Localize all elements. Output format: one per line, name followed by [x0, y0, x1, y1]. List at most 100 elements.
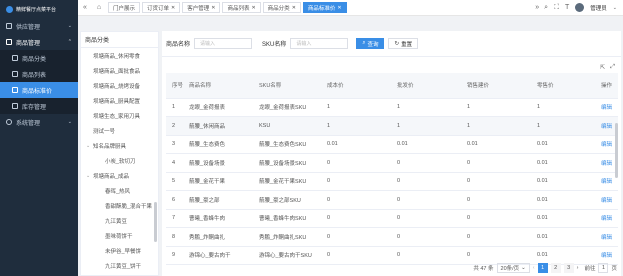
page-2[interactable]: 2 [550, 263, 561, 273]
tab-goods-list[interactable]: 商品列表 ✕ [222, 2, 261, 13]
fullscreen-icon[interactable]: ⛶ [554, 4, 559, 12]
category-item-label: 坝塘商品_休闲零食 [93, 53, 141, 60]
page-size-value: 20条/页 [500, 266, 520, 272]
column-header: 成本价 [321, 73, 391, 99]
table-cell-retail: 0.01 [531, 246, 595, 265]
reset-button[interactable]: ↻ 重置 [388, 38, 419, 49]
chevron-down-icon[interactable]: ⌄ [86, 173, 90, 179]
category-item[interactable]: 香甜酥脆_混合干果 [81, 198, 158, 213]
sidebar-item-inventory[interactable]: 库存管理 [0, 98, 78, 114]
tab-label: 订货订单 [147, 5, 170, 12]
edit-button[interactable]: 编辑 [601, 235, 612, 241]
sku-name-input[interactable]: 请输入 [290, 38, 349, 49]
page-3[interactable]: 3 [563, 263, 574, 273]
category-item-label: 九江黄豆_饼干 [105, 263, 142, 270]
category-item[interactable]: 坝塘商品_休闲零食 [81, 48, 158, 63]
category-item[interactable]: 坝塘商品_烧烤设备 [81, 78, 158, 93]
table-row[interactable]: 6 箭腰_豪之部 箭腰_豪之部SKU 0 0 0 0.01 编辑 [166, 190, 618, 210]
scroll-right-icon[interactable]: » [530, 0, 544, 16]
category-item[interactable]: 坝塘商品_面批食品 [81, 63, 158, 78]
close-icon[interactable]: ✕ [251, 5, 255, 11]
sidebar-item-standard-price[interactable]: 商品标准价 [0, 82, 78, 98]
category-item[interactable]: 九江黄豆_饼干 [81, 258, 158, 273]
home-icon[interactable]: ⌂ [92, 0, 106, 16]
close-icon[interactable]: ✕ [171, 5, 175, 11]
prev-page-icon[interactable]: ‹ [533, 265, 535, 271]
table-row[interactable]: 9 游锦心_要古肉干 游锦心_要古肉干SKU 0 0 0 0.01 编辑 [166, 246, 618, 265]
category-item[interactable]: 九江黄豆 [81, 213, 158, 228]
fullscreen-icon[interactable]: ⤢ [610, 64, 615, 71]
pagination: 共 47 条 20条/页 ⌄ ‹ 1 2 3 › 前往 1 页 [473, 263, 617, 273]
table-row[interactable]: 4 箭腰_设备场景 箭腰_设备场景SKU 0 0 0 0.01 编辑 [166, 153, 618, 173]
table-cell-suggest: 0.01 [461, 135, 531, 154]
close-icon[interactable]: ✕ [292, 5, 296, 11]
edit-button[interactable]: 编辑 [601, 105, 612, 111]
table-row[interactable]: 8 秀鹏_炸酮曲扎 秀鹏_炸酮曲扎SKU 0 0 0 0.01 编辑 [166, 227, 618, 247]
scrollbar[interactable] [615, 123, 618, 178]
category-item[interactable]: 春晖_热风 [81, 183, 158, 198]
collapse-left-icon[interactable]: « [78, 0, 92, 16]
table-row[interactable]: 3 箭腰_生态费色 箭腰_生态费色SKU 0.01 0.01 0.01 0.01 编辑 [166, 135, 618, 154]
category-item[interactable]: 坝塘商品_厨具配置 [81, 93, 158, 108]
tab-portal[interactable]: 门户展示 [108, 2, 141, 13]
tab-label: 商品标准价 [307, 5, 336, 12]
avatar[interactable] [575, 3, 585, 12]
table-cell-retail: 0.01 [531, 209, 595, 228]
tab-customers[interactable]: 客户管理 ✕ [182, 2, 221, 13]
table-cell-wholesale: 0 [391, 227, 461, 247]
category-item[interactable]: 小炭_软切刀 [81, 153, 158, 168]
goto-page-input[interactable]: 1 [598, 263, 609, 273]
sidebar-item-category[interactable]: 商品分类 [0, 50, 78, 66]
font-size-icon[interactable]: T [565, 4, 569, 11]
table-cell-cost: 0 [321, 209, 391, 228]
table-cell-no: 5 [166, 172, 183, 191]
edit-button[interactable]: 编辑 [601, 253, 612, 259]
table-row[interactable]: 2 箭腰_休闲商品 KSU 1 1 1 1 编辑 [166, 116, 618, 136]
user-name[interactable]: 管理员 [590, 4, 607, 12]
category-item[interactable]: 坝塘生态_家用刀具 [81, 108, 158, 123]
edit-button[interactable]: 编辑 [601, 142, 612, 148]
export-icon[interactable]: ⇱ [600, 64, 605, 71]
query-button[interactable]: ⌕ 查询 [356, 38, 385, 49]
sidebar-item-supply[interactable]: 供应管理 ⌄ [0, 18, 78, 34]
chevron-down-icon[interactable]: ⌄ [613, 5, 617, 11]
tab-orders[interactable]: 订货订单 ✕ [142, 2, 181, 13]
sku-name-label: SKU名称 [262, 42, 287, 48]
goods-name-input[interactable]: 请输入 [194, 38, 253, 49]
tab-standard-price[interactable]: 商品标准价 ✕ [302, 2, 347, 13]
page-size-select[interactable]: 20条/页 ⌄ [496, 263, 530, 273]
chevron-down-icon[interactable]: ⌄ [86, 143, 90, 149]
category-item[interactable]: ⌄ 坝塘商品_成品 [81, 168, 158, 183]
table-cell-retail: 1 [531, 116, 595, 136]
edit-button[interactable]: 编辑 [601, 198, 612, 204]
close-icon[interactable]: ✕ [337, 5, 341, 11]
scrollbar[interactable] [154, 202, 157, 242]
edit-button[interactable]: 编辑 [601, 216, 612, 222]
close-icon[interactable]: ✕ [211, 5, 215, 11]
category-item-label: 未伊谷_早餐饼 [105, 248, 142, 255]
table-cell-suggest: 0 [461, 172, 531, 191]
table-cell-cost: 1 [321, 116, 391, 136]
next-page-icon[interactable]: › [577, 265, 579, 271]
table-row[interactable]: 7 曹曦_香蜂牛肉 曹曦_香蜂牛肉SKU 0 0 0 0.01 编辑 [166, 209, 618, 228]
page-1[interactable]: 1 [537, 263, 548, 273]
category-item[interactable]: ⌄ 知名品牌厨具 [81, 138, 158, 153]
category-item[interactable]: 墨味荷饼干 [81, 228, 158, 243]
edit-button[interactable]: 编辑 [601, 179, 612, 185]
sidebar-item-system[interactable]: 系统管理 ⌄ [0, 114, 78, 130]
category-item[interactable]: 未伊谷_早餐饼 [81, 243, 158, 258]
logo: 精鲜餐厅点菜平台 [0, 0, 78, 18]
category-item-label: 香甜酥脆_混合干果 [105, 203, 153, 210]
table-row[interactable]: 5 箭腰_金花干果 箭腰_金花干果SKU 0 0 0 0.01 编辑 [166, 172, 618, 191]
sidebar-item-goods[interactable]: 商品管理 ⌃ [0, 34, 78, 50]
table-cell-no: 9 [166, 246, 183, 265]
search-icon[interactable]: ⌕ [544, 4, 548, 12]
list-icon [12, 71, 18, 77]
category-item[interactable]: 测试一号 [81, 123, 158, 138]
sidebar-item-goods-list[interactable]: 商品列表 [0, 66, 78, 82]
edit-button[interactable]: 编辑 [601, 124, 612, 130]
edit-button[interactable]: 编辑 [601, 161, 612, 167]
tab-category[interactable]: 商品分类 ✕ [262, 2, 301, 13]
table-row[interactable]: 1 龙眼_金荷报表 龙眼_金荷报表SKU 1 1 1 1 编辑 [166, 98, 618, 117]
table-cell-no: 1 [166, 98, 183, 117]
